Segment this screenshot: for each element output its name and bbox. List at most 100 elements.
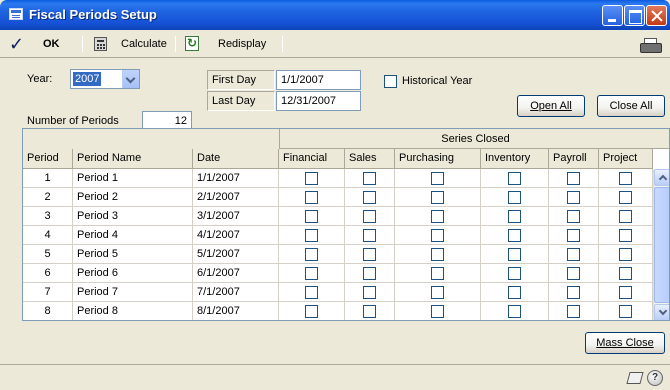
year-dropdown[interactable]: 2007: [70, 69, 140, 89]
cell-period[interactable]: 1: [23, 169, 73, 188]
financial-closed-checkbox[interactable]: [305, 191, 318, 204]
column-header-date[interactable]: Date: [193, 149, 279, 169]
table-row[interactable]: 2 Period 2 2/1/2007: [23, 188, 653, 207]
cell-period-name[interactable]: Period 3: [73, 207, 193, 226]
cell-period[interactable]: 4: [23, 226, 73, 245]
cell-period-name[interactable]: Period 6: [73, 264, 193, 283]
table-row[interactable]: 4 Period 4 4/1/2007: [23, 226, 653, 245]
cell-date[interactable]: 4/1/2007: [193, 226, 279, 245]
close-all-button[interactable]: Close All: [597, 95, 665, 117]
scroll-down-button[interactable]: [654, 304, 669, 320]
financial-closed-checkbox[interactable]: [305, 172, 318, 185]
financial-closed-checkbox[interactable]: [305, 210, 318, 223]
inventory-closed-checkbox[interactable]: [508, 172, 521, 185]
printer-icon[interactable]: [640, 38, 662, 53]
purchasing-closed-checkbox[interactable]: [431, 286, 444, 299]
project-closed-checkbox[interactable]: [619, 305, 632, 318]
column-header-financial[interactable]: Financial: [279, 149, 345, 169]
sales-closed-checkbox[interactable]: [363, 191, 376, 204]
calculate-button[interactable]: Calculate: [121, 35, 167, 53]
purchasing-closed-checkbox[interactable]: [431, 248, 444, 261]
sales-closed-checkbox[interactable]: [363, 286, 376, 299]
ok-button[interactable]: OK: [43, 35, 60, 53]
inventory-closed-checkbox[interactable]: [508, 191, 521, 204]
calculator-icon[interactable]: [94, 37, 107, 51]
cell-period-name[interactable]: Period 2: [73, 188, 193, 207]
open-all-button[interactable]: Open All: [517, 95, 585, 117]
close-window-button[interactable]: [646, 5, 667, 26]
refresh-icon[interactable]: ↻: [185, 36, 199, 51]
payroll-closed-checkbox[interactable]: [567, 286, 580, 299]
financial-closed-checkbox[interactable]: [305, 305, 318, 318]
cell-period[interactable]: 5: [23, 245, 73, 264]
scroll-thumb[interactable]: [654, 187, 669, 303]
cell-date[interactable]: 3/1/2007: [193, 207, 279, 226]
sales-closed-checkbox[interactable]: [363, 248, 376, 261]
vertical-scrollbar[interactable]: [653, 169, 669, 320]
purchasing-closed-checkbox[interactable]: [431, 172, 444, 185]
financial-closed-checkbox[interactable]: [305, 267, 318, 280]
inventory-closed-checkbox[interactable]: [508, 248, 521, 261]
historical-year-checkbox[interactable]: [384, 75, 397, 88]
project-closed-checkbox[interactable]: [619, 286, 632, 299]
payroll-closed-checkbox[interactable]: [567, 229, 580, 242]
payroll-closed-checkbox[interactable]: [567, 210, 580, 223]
mass-close-button[interactable]: Mass Close: [585, 332, 665, 354]
payroll-closed-checkbox[interactable]: [567, 267, 580, 280]
table-row[interactable]: 3 Period 3 3/1/2007: [23, 207, 653, 226]
inventory-closed-checkbox[interactable]: [508, 210, 521, 223]
chevron-down-icon[interactable]: [122, 70, 139, 88]
table-row[interactable]: 7 Period 7 7/1/2007: [23, 283, 653, 302]
sales-closed-checkbox[interactable]: [363, 172, 376, 185]
project-closed-checkbox[interactable]: [619, 210, 632, 223]
check-icon[interactable]: ✓: [9, 35, 24, 53]
cell-date[interactable]: 7/1/2007: [193, 283, 279, 302]
purchasing-closed-checkbox[interactable]: [431, 191, 444, 204]
column-header-payroll[interactable]: Payroll: [549, 149, 599, 169]
cell-period[interactable]: 8: [23, 302, 73, 320]
redisplay-button[interactable]: Redisplay: [218, 35, 266, 53]
inventory-closed-checkbox[interactable]: [508, 229, 521, 242]
column-header-purchasing[interactable]: Purchasing: [395, 149, 481, 169]
purchasing-closed-checkbox[interactable]: [431, 229, 444, 242]
payroll-closed-checkbox[interactable]: [567, 248, 580, 261]
cell-period[interactable]: 7: [23, 283, 73, 302]
scroll-up-button[interactable]: [654, 169, 669, 186]
cell-period-name[interactable]: Period 1: [73, 169, 193, 188]
column-header-project[interactable]: Project: [599, 149, 653, 169]
financial-closed-checkbox[interactable]: [305, 248, 318, 261]
inventory-closed-checkbox[interactable]: [508, 305, 521, 318]
inventory-closed-checkbox[interactable]: [508, 267, 521, 280]
project-closed-checkbox[interactable]: [619, 267, 632, 280]
project-closed-checkbox[interactable]: [619, 229, 632, 242]
column-header-sales[interactable]: Sales: [345, 149, 395, 169]
cell-date[interactable]: 1/1/2007: [193, 169, 279, 188]
project-closed-checkbox[interactable]: [619, 172, 632, 185]
sales-closed-checkbox[interactable]: [363, 305, 376, 318]
column-header-inventory[interactable]: Inventory: [481, 149, 549, 169]
first-day-field[interactable]: 1/1/2007: [276, 70, 361, 90]
cell-date[interactable]: 6/1/2007: [193, 264, 279, 283]
sales-closed-checkbox[interactable]: [363, 267, 376, 280]
sales-closed-checkbox[interactable]: [363, 210, 376, 223]
cell-date[interactable]: 5/1/2007: [193, 245, 279, 264]
cell-period[interactable]: 6: [23, 264, 73, 283]
table-row[interactable]: 5 Period 5 5/1/2007: [23, 245, 653, 264]
column-header-period[interactable]: Period: [23, 149, 73, 169]
payroll-closed-checkbox[interactable]: [567, 305, 580, 318]
sales-closed-checkbox[interactable]: [363, 229, 376, 242]
financial-closed-checkbox[interactable]: [305, 229, 318, 242]
cell-date[interactable]: 2/1/2007: [193, 188, 279, 207]
help-icon[interactable]: ?: [647, 370, 663, 386]
project-closed-checkbox[interactable]: [619, 191, 632, 204]
maximize-button[interactable]: [624, 5, 645, 26]
cell-period-name[interactable]: Period 4: [73, 226, 193, 245]
cell-period-name[interactable]: Period 5: [73, 245, 193, 264]
table-row[interactable]: 1 Period 1 1/1/2007: [23, 169, 653, 188]
cell-period-name[interactable]: Period 7: [73, 283, 193, 302]
cell-period-name[interactable]: Period 8: [73, 302, 193, 320]
cell-period[interactable]: 3: [23, 207, 73, 226]
minimize-button[interactable]: [602, 5, 623, 26]
project-closed-checkbox[interactable]: [619, 248, 632, 261]
payroll-closed-checkbox[interactable]: [567, 172, 580, 185]
